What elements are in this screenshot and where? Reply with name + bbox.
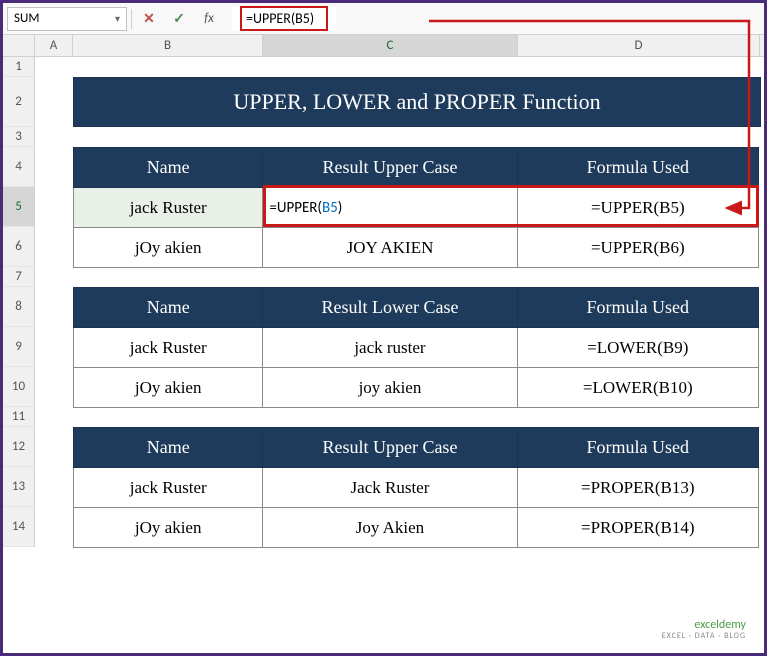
row-header-5[interactable]: 5 — [3, 187, 35, 227]
row-header-7[interactable]: 7 — [3, 267, 35, 287]
cell-B6[interactable]: jOy akien — [74, 228, 263, 268]
upper-table: Name Result Upper Case Formula Used jack… — [73, 147, 759, 268]
row-header-14[interactable]: 14 — [3, 507, 35, 547]
lower-table: Name Result Lower Case Formula Used jack… — [73, 287, 759, 408]
worksheet[interactable]: UPPER, LOWER and PROPER Function Name Re… — [35, 57, 760, 547]
row-header-8[interactable]: 8 — [3, 287, 35, 327]
table-row: jack Ruster jack ruster =LOWER(B9) — [74, 328, 759, 368]
watermark-sub: EXCEL · DATA · BLOG — [662, 632, 746, 641]
column-header-B[interactable]: B — [73, 35, 263, 56]
cell-D14[interactable]: =PROPER(B14) — [517, 508, 758, 548]
col-name: Name — [74, 148, 263, 188]
column-header-A[interactable]: A — [35, 35, 73, 56]
cancel-icon[interactable]: ✕ — [136, 7, 162, 31]
table-row: jOy akien joy akien =LOWER(B10) — [74, 368, 759, 408]
cell-D5[interactable]: =UPPER(B5) — [517, 188, 758, 228]
select-all-button[interactable] — [3, 35, 35, 56]
table-row: jack Ruster Jack Ruster =PROPER(B13) — [74, 468, 759, 508]
col-name: Name — [74, 288, 263, 328]
formula-input[interactable]: =UPPER(B5) — [232, 7, 336, 31]
col-formula: Formula Used — [517, 288, 758, 328]
cell-C9[interactable]: jack ruster — [263, 328, 517, 368]
table-header-row: Name Result Upper Case Formula Used — [74, 428, 759, 468]
table-header-row: Name Result Upper Case Formula Used — [74, 148, 759, 188]
row-headers: 1 2 3 4 5 6 7 8 9 10 11 12 13 14 — [3, 57, 35, 547]
cell-C14[interactable]: Joy Akien — [263, 508, 517, 548]
formula-bar: SUM ▾ ✕ ✓ fx =UPPER(B5) — [3, 3, 764, 35]
fx-icon[interactable]: fx — [196, 7, 222, 31]
cell-B5[interactable]: jack Ruster — [74, 188, 263, 228]
row-header-13[interactable]: 13 — [3, 467, 35, 507]
column-header-D[interactable]: D — [518, 35, 760, 56]
row-header-6[interactable]: 6 — [3, 227, 35, 267]
col-result: Result Upper Case — [263, 428, 517, 468]
cell-D9[interactable]: =LOWER(B9) — [517, 328, 758, 368]
row-header-9[interactable]: 9 — [3, 327, 35, 367]
column-headers: A B C D — [3, 35, 764, 57]
table-row: jOy akien Joy Akien =PROPER(B14) — [74, 508, 759, 548]
cell-B9[interactable]: jack Ruster — [74, 328, 263, 368]
table-row: jOy akien JOY AKIEN =UPPER(B6) — [74, 228, 759, 268]
row-header-4[interactable]: 4 — [3, 147, 35, 187]
cell-C10[interactable]: joy akien — [263, 368, 517, 408]
cell-B13[interactable]: jack Ruster — [74, 468, 263, 508]
column-header-C[interactable]: C — [263, 35, 518, 56]
col-formula: Formula Used — [517, 148, 758, 188]
cell-D6[interactable]: =UPPER(B6) — [517, 228, 758, 268]
cell-B10[interactable]: jOy akien — [74, 368, 263, 408]
row-header-12[interactable]: 12 — [3, 427, 35, 467]
table-header-row: Name Result Lower Case Formula Used — [74, 288, 759, 328]
row-header-2[interactable]: 2 — [3, 77, 35, 127]
cell-D10[interactable]: =LOWER(B10) — [517, 368, 758, 408]
col-result: Result Upper Case — [263, 148, 517, 188]
confirm-icon[interactable]: ✓ — [166, 7, 192, 31]
row-header-11[interactable]: 11 — [3, 407, 35, 427]
cell-C5-editing[interactable]: =UPPER(B5) — [263, 188, 517, 228]
page-title: UPPER, LOWER and PROPER Function — [73, 77, 761, 127]
name-box-value: SUM — [14, 11, 39, 26]
row-header-1[interactable]: 1 — [3, 57, 35, 77]
cell-B14[interactable]: jOy akien — [74, 508, 263, 548]
grid-body: 1 2 3 4 5 6 7 8 9 10 11 12 13 14 UPPER, … — [3, 57, 764, 547]
col-result: Result Lower Case — [263, 288, 517, 328]
formula-text: =UPPER(B5) — [240, 6, 328, 31]
name-box[interactable]: SUM ▾ — [7, 7, 127, 31]
watermark: exceldemy EXCEL · DATA · BLOG — [662, 619, 746, 641]
row-header-10[interactable]: 10 — [3, 367, 35, 407]
row-header-3[interactable]: 3 — [3, 127, 35, 147]
col-formula: Formula Used — [517, 428, 758, 468]
chevron-down-icon[interactable]: ▾ — [115, 12, 120, 25]
cell-D13[interactable]: =PROPER(B13) — [517, 468, 758, 508]
cell-C13[interactable]: Jack Ruster — [263, 468, 517, 508]
col-name: Name — [74, 428, 263, 468]
proper-table: Name Result Upper Case Formula Used jack… — [73, 427, 759, 548]
divider — [131, 9, 132, 29]
cell-C6[interactable]: JOY AKIEN — [263, 228, 517, 268]
table-row: jack Ruster =UPPER(B5) =UPPER(B5) — [74, 188, 759, 228]
